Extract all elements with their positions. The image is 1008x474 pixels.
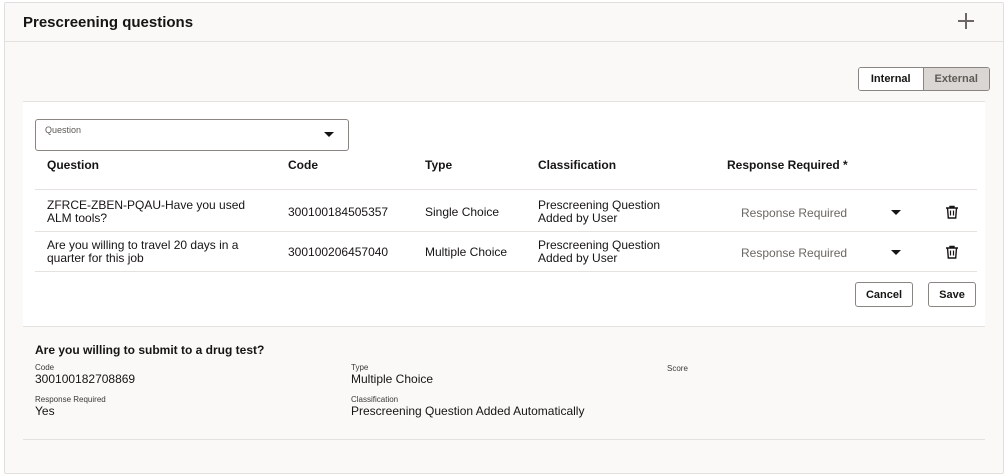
question-cell: Are you willing to travel 20 days in a q… (47, 239, 257, 265)
cancel-button[interactable]: Cancel (855, 282, 913, 307)
classification-text-line: Added by User (538, 251, 618, 265)
question-select-label: Question (45, 125, 82, 135)
trash-icon[interactable] (945, 245, 959, 259)
response-required-select[interactable]: Response Required (727, 240, 907, 264)
classification-cell: Prescreening Question Added by User (538, 199, 660, 225)
prescreening-panel: Prescreening questions Internal External… (4, 2, 1004, 474)
question-editor: Question Question Code Type Classificati… (23, 102, 985, 326)
internal-external-toggle: Internal External (858, 67, 990, 91)
response-required-placeholder: Response Required (741, 246, 848, 260)
type-value: Multiple Choice (351, 372, 434, 386)
panel-header: Prescreening questions (5, 3, 1003, 42)
question-select[interactable]: Question (35, 119, 349, 151)
page-title: Prescreening questions (23, 14, 194, 31)
toggle-internal[interactable]: Internal (859, 68, 924, 90)
divider (23, 326, 985, 327)
divider (35, 271, 977, 272)
classification-text-line: Added by User (538, 211, 618, 225)
response-required-select[interactable]: Response Required (727, 200, 907, 224)
response-required-placeholder: Response Required (741, 206, 848, 220)
code-cell: 300100184505357 (288, 205, 389, 219)
toggle-external[interactable]: External (923, 68, 989, 90)
response-required-label: Response Required (35, 395, 106, 404)
column-header-classification: Classification (538, 158, 617, 172)
column-header-code: Code (288, 158, 318, 172)
classification-cell: Prescreening Question Added by User (538, 239, 660, 265)
chevron-down-icon (891, 250, 901, 255)
table-row: ZFRCE-ZBEN-PQAU-Have you used ALM tools?… (35, 192, 977, 232)
question-text-line: quarter for this job (47, 251, 144, 265)
column-header-type: Type (425, 158, 453, 172)
trash-icon[interactable] (945, 205, 959, 219)
plus-icon[interactable] (958, 13, 974, 29)
response-required-value: Yes (35, 404, 55, 418)
divider (23, 439, 985, 440)
type-cell: Multiple Choice (425, 245, 508, 259)
classification-label: Classification (351, 395, 399, 404)
column-header-question: Question (47, 158, 100, 172)
table-row: Are you willing to travel 20 days in a q… (35, 232, 977, 272)
type-label: Type (351, 363, 369, 372)
code-value: 300100182708869 (35, 372, 136, 386)
code-cell: 300100206457040 (288, 245, 389, 259)
column-header-response-required: Response Required * (727, 158, 848, 172)
question-detail-title: Are you willing to submit to a drug test… (35, 343, 265, 357)
code-label: Code (35, 363, 55, 372)
type-cell: Single Choice (425, 205, 500, 219)
divider (35, 189, 977, 190)
question-text-line: ALM tools? (47, 211, 108, 225)
classification-value: Prescreening Question Added Automaticall… (351, 404, 585, 418)
save-button[interactable]: Save (928, 282, 976, 307)
chevron-down-icon (891, 210, 901, 215)
score-label: Score (667, 364, 688, 373)
question-cell: ZFRCE-ZBEN-PQAU-Have you used ALM tools? (47, 199, 257, 225)
chevron-down-icon (324, 132, 334, 137)
